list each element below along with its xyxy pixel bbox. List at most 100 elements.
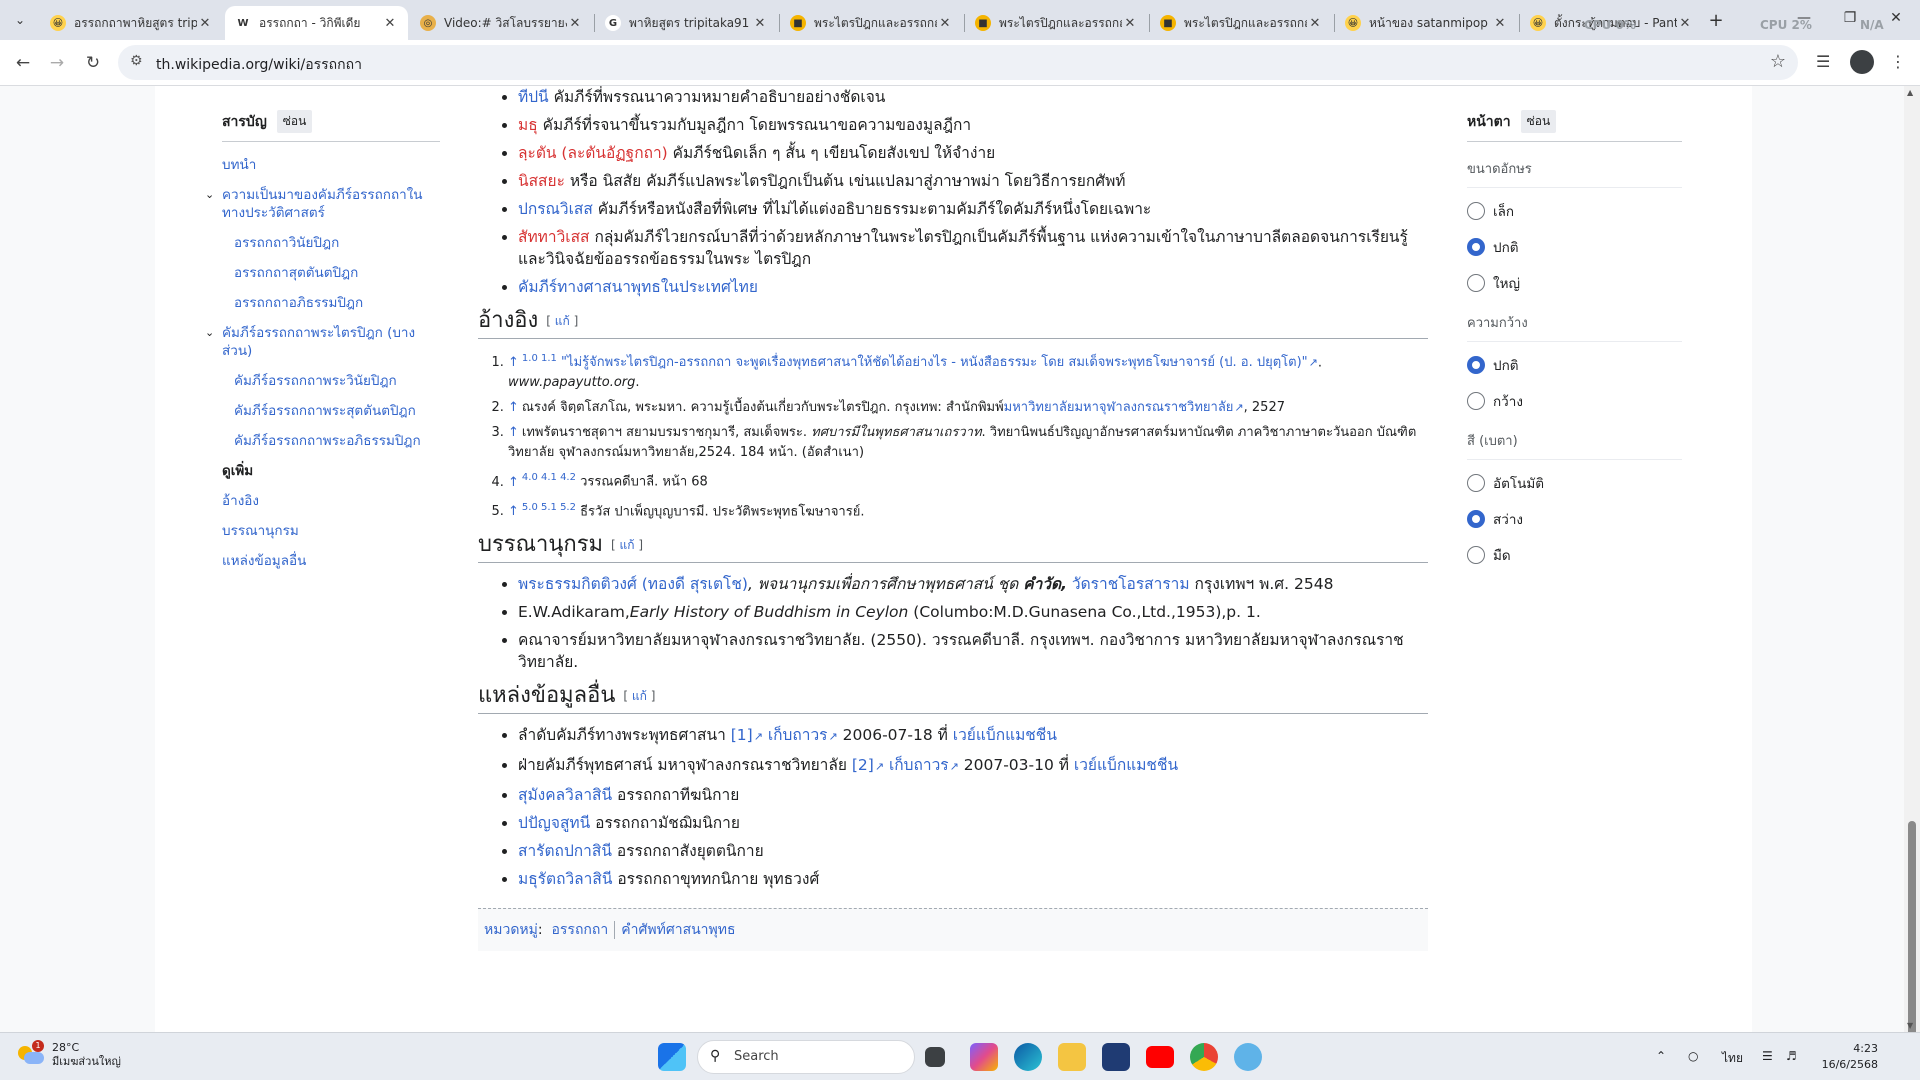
- tab-close-icon[interactable]: ✕: [1492, 16, 1508, 31]
- wayback-link[interactable]: เวย์แบ็กแมชชีน: [953, 726, 1057, 744]
- reload-icon[interactable]: ↻: [80, 50, 106, 76]
- term-link[interactable]: ปกรณวิเสส: [518, 200, 593, 218]
- toc-item-sutta[interactable]: อรรถกถาสุตตันตปิฎก: [222, 264, 440, 282]
- tab-close-icon[interactable]: ✕: [1307, 16, 1323, 31]
- tab-close-icon[interactable]: ✕: [567, 16, 583, 31]
- chevron-down-icon[interactable]: ⌄: [205, 186, 214, 204]
- edit-link[interactable]: แก้: [620, 538, 635, 552]
- radio-option[interactable]: กว้าง: [1467, 390, 1682, 412]
- category-link[interactable]: คำศัพท์ศาสนาพุทธ: [621, 922, 735, 938]
- radio-button[interactable]: [1467, 474, 1485, 492]
- radio-button[interactable]: [1467, 546, 1485, 564]
- toc-hide-button[interactable]: ซ่อน: [276, 110, 313, 133]
- term-link[interactable]: นิสสยะ: [518, 172, 565, 190]
- toc-item-commentaries[interactable]: ⌄ คัมภีร์อรรถกถาพระไตรปิฎก (บางส่วน): [205, 324, 440, 360]
- media-controls-icon[interactable]: ☰: [1816, 52, 1830, 71]
- archive-link[interactable]: เก็บถาวร: [768, 726, 838, 744]
- scrollbar-thumb[interactable]: [1908, 821, 1916, 1032]
- toc-item-history[interactable]: ⌄ ความเป็นมาของคัมภีร์อรรถกถาในทางประวัติ…: [205, 186, 440, 222]
- edge-icon[interactable]: [1014, 1043, 1042, 1071]
- page-scrollbar[interactable]: ▲ ▼: [1904, 86, 1920, 1032]
- term-link[interactable]: ลฺะตัน (ละตันอัฏฐกถา): [518, 144, 668, 162]
- task-view-icon[interactable]: [925, 1047, 945, 1067]
- reference-link[interactable]: "ไม่รู้จักพระไตรปิฎก-อรรถกถา จะพูดเรื่อง…: [561, 355, 1318, 370]
- term-link[interactable]: สัททาวิเสส: [518, 228, 590, 246]
- radio-option[interactable]: อัตโนมัติ: [1467, 472, 1682, 494]
- weather-widget[interactable]: 1 28°C มีเมฆส่วนใหญ่: [18, 1040, 121, 1069]
- commentary-link[interactable]: มธุรัตถวิลาสินี: [518, 870, 612, 888]
- radio-button[interactable]: [1467, 274, 1485, 292]
- toc-item-comm-abhidhamma[interactable]: คัมภีร์อรรถกถาพระอภิธรรมปิฎก: [222, 432, 440, 450]
- external-link[interactable]: [1]: [731, 726, 763, 744]
- volume-icon[interactable]: ♬: [1786, 1049, 1797, 1063]
- copilot-icon[interactable]: [970, 1043, 998, 1071]
- radio-button[interactable]: [1467, 392, 1485, 410]
- chevron-down-icon[interactable]: ⌄: [205, 324, 214, 342]
- forward-icon[interactable]: →: [44, 50, 70, 76]
- term-link[interactable]: ทีปนี: [518, 88, 549, 106]
- bookmark-star-icon[interactable]: ☆: [1770, 51, 1786, 72]
- radio-button[interactable]: [1467, 356, 1485, 374]
- browser-tab[interactable]: W อรรถกถา - วิกิพีเดีย ✕: [225, 6, 408, 40]
- edit-link[interactable]: แก้: [555, 314, 570, 328]
- reference-link[interactable]: มหาวิทยาลัยมหาจุฬาลงกรณราชวิทยาลัย: [1004, 400, 1244, 415]
- toc-item-references[interactable]: อ้างอิง: [222, 492, 440, 510]
- backlink-arrow-icon[interactable]: ↑: [508, 355, 519, 370]
- external-link[interactable]: [2]: [852, 756, 884, 774]
- toc-item-external-links[interactable]: แหล่งข้อมูลอื่น: [222, 552, 440, 570]
- browser-tab[interactable]: ◎ Video:# วิสโลบรรยายง ✕: [410, 6, 593, 40]
- radio-button[interactable]: [1467, 238, 1485, 256]
- backlink-arrow-icon[interactable]: ↑: [508, 504, 519, 519]
- radio-button[interactable]: [1467, 510, 1485, 528]
- radio-option[interactable]: ปกติ: [1467, 354, 1682, 376]
- category-link[interactable]: อรรถกถา: [552, 922, 609, 938]
- biblio-link[interactable]: พระธรรมกิตติวงศ์ (ทองดี สุรเตโช): [518, 575, 748, 593]
- backlink-arrow-icon[interactable]: ↑: [508, 475, 519, 490]
- browser-tab[interactable]: 😀 อรรถกถาพาหิยสูตร tripi ✕: [40, 6, 223, 40]
- radio-option[interactable]: สว่าง: [1467, 508, 1682, 530]
- browser-tab[interactable]: ■ พระไตรปิฎกและอรรถกถ ✕: [780, 6, 963, 40]
- wayback-link[interactable]: เวย์แบ็กแมชชีน: [1074, 756, 1178, 774]
- youtube-icon[interactable]: [1146, 1046, 1174, 1068]
- tray-app-icon[interactable]: ○: [1688, 1049, 1698, 1063]
- backlink-arrow-icon[interactable]: ↑: [508, 425, 519, 440]
- tab-close-icon[interactable]: ✕: [752, 16, 768, 31]
- wifi-icon[interactable]: ☰: [1762, 1049, 1773, 1063]
- toc-item-comm-vinaya[interactable]: คัมภีร์อรรถกถาพระวินัยปิฎก: [222, 372, 440, 390]
- profile-avatar[interactable]: [1850, 50, 1874, 74]
- appearance-hide-button[interactable]: ซ่อน: [1520, 110, 1557, 133]
- toc-item-bibliography[interactable]: บรรณานุกรม: [222, 522, 440, 540]
- browser-tab[interactable]: ■ พระไตรปิฎกและอรรถกถ ✕: [965, 6, 1148, 40]
- scroll-up-icon[interactable]: ▲: [1907, 88, 1913, 97]
- term-link[interactable]: คัมภีร์ทางศาสนาพุทธในประเทศไทย: [518, 278, 758, 296]
- term-link[interactable]: มธุ: [518, 116, 538, 134]
- backlink-letters[interactable]: 1.0 1.1: [522, 353, 557, 364]
- biblio-link[interactable]: วัดราชโอรสาราม: [1067, 575, 1190, 593]
- tab-close-icon[interactable]: ✕: [197, 16, 213, 31]
- language-indicator[interactable]: ไทย: [1722, 1049, 1743, 1068]
- edit-section-link[interactable]: [ แก้ ]: [623, 689, 655, 703]
- browser-tab[interactable]: ■ พระไตรปิฎกและอรรถกถ ✕: [1150, 6, 1333, 40]
- browser-tab[interactable]: G พาหิยสูตร tripitaka91 ✕: [595, 6, 778, 40]
- minimize-icon[interactable]: —: [1794, 10, 1814, 30]
- tab-close-icon[interactable]: ✕: [1122, 16, 1138, 31]
- backlink-letters[interactable]: 5.0 5.1 5.2: [522, 502, 576, 513]
- restore-icon[interactable]: ❐: [1840, 10, 1860, 30]
- menu-kebab-icon[interactable]: ⋮: [1890, 52, 1906, 71]
- file-explorer-icon[interactable]: [1058, 1043, 1086, 1071]
- app-icon[interactable]: [1234, 1043, 1262, 1071]
- browser-tab[interactable]: 😀 หน้าของ satanmipop ✕: [1335, 6, 1518, 40]
- radio-button[interactable]: [1467, 202, 1485, 220]
- site-info-icon[interactable]: ⚙: [130, 53, 143, 69]
- scroll-down-icon[interactable]: ▼: [1907, 1021, 1913, 1030]
- toc-item-intro[interactable]: บทนำ: [222, 156, 440, 174]
- toc-item-vinaya[interactable]: อรรถกถาวินัยปิฎก: [222, 234, 440, 252]
- commentary-link[interactable]: สารัตถปกาสินี: [518, 842, 612, 860]
- radio-option[interactable]: มืด: [1467, 544, 1682, 566]
- start-button-icon[interactable]: [658, 1043, 686, 1071]
- toc-item-comm-sutta[interactable]: คัมภีร์อรรถกถาพระสุตตันตปิฎก: [222, 402, 440, 420]
- commentary-link[interactable]: สุมังคลวิลาสินี: [518, 786, 612, 804]
- radio-option[interactable]: ใหญ่: [1467, 272, 1682, 294]
- system-clock[interactable]: 4:23 16/6/2568: [1812, 1041, 1878, 1073]
- commentary-link[interactable]: ปปัญจสูทนี: [518, 814, 590, 832]
